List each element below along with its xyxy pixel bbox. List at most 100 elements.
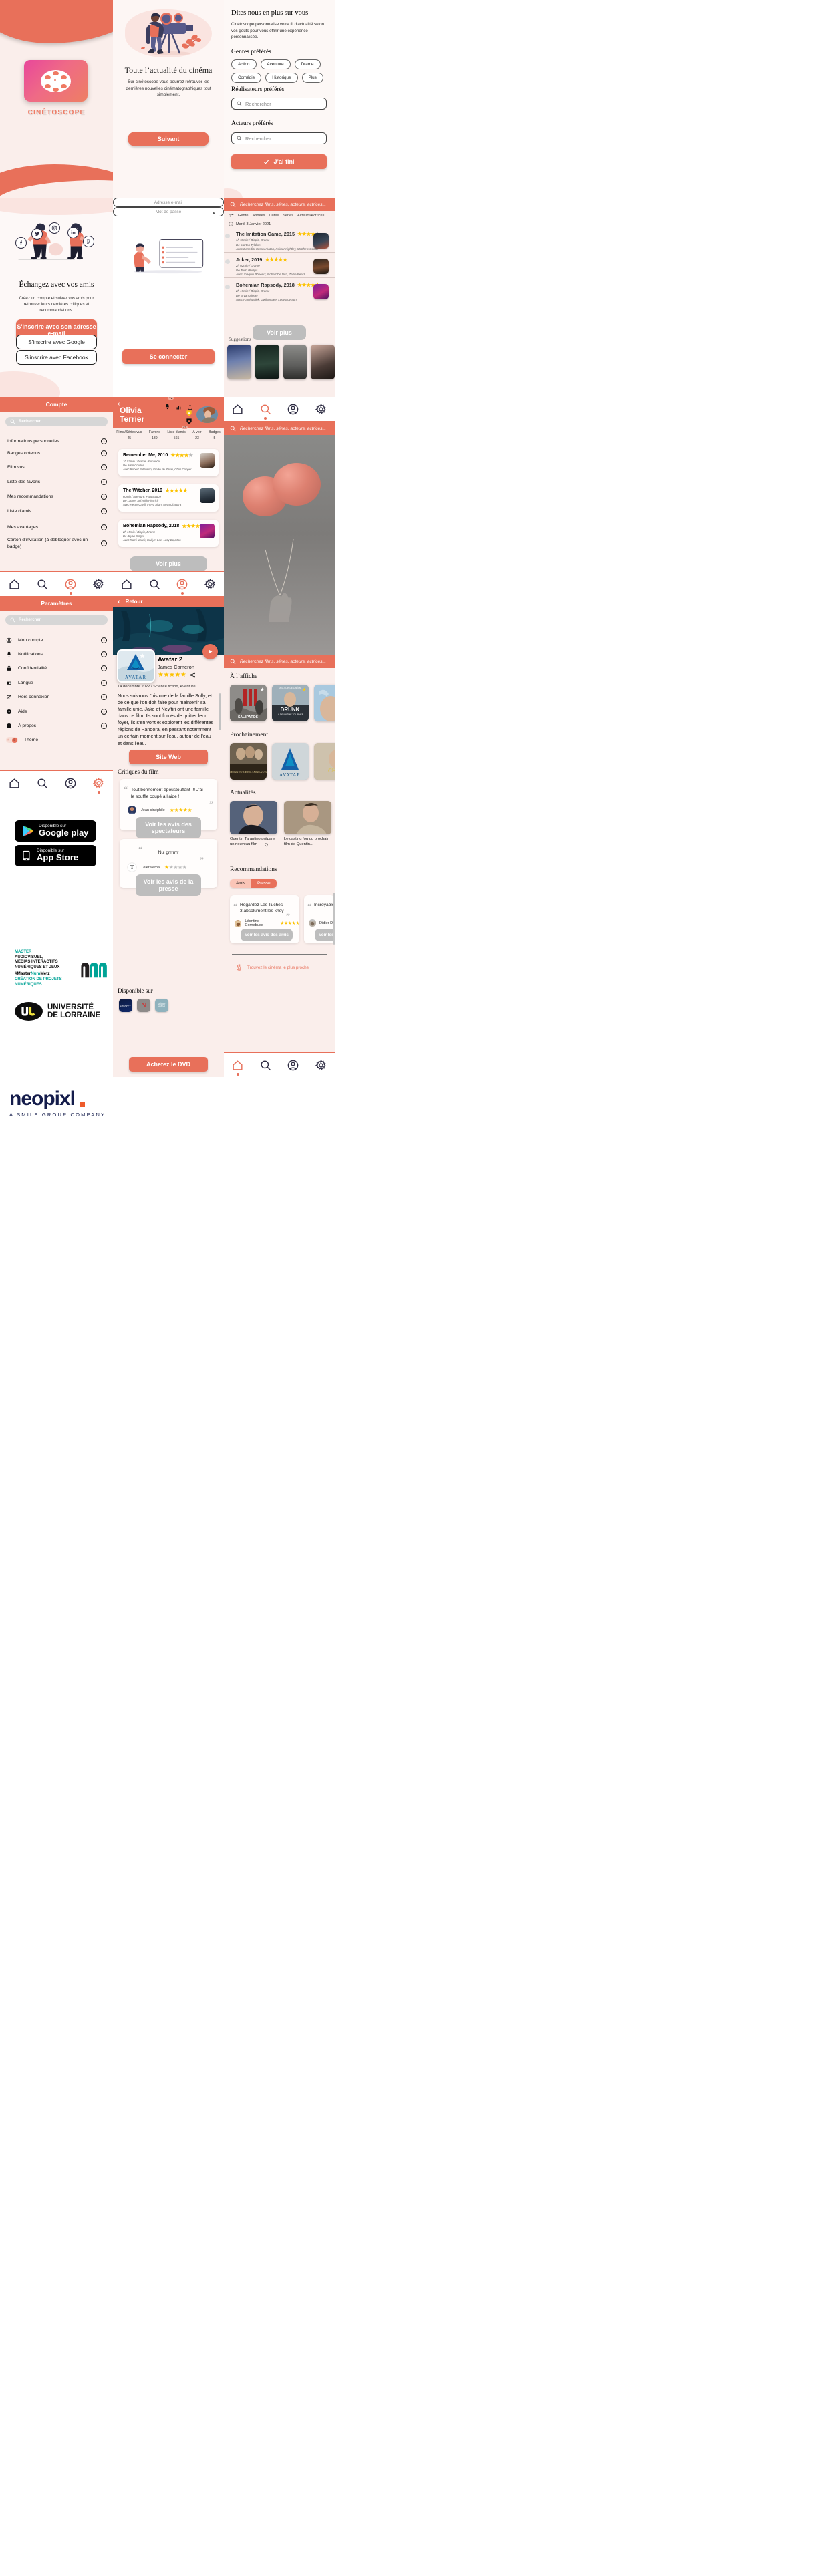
nav-search[interactable] [147, 577, 162, 591]
news-card[interactable]: Quentin Tarantino prépare un nouveau fil… [230, 801, 277, 847]
settings-item-confidentialite[interactable]: Confidentialité › [6, 665, 107, 671]
settings-item-a-propos[interactable]: À propos › [6, 723, 107, 729]
genre-chip[interactable]: Historique [265, 73, 298, 83]
find-cinema-link[interactable]: Trouvez le cinéma le plus proche [236, 964, 309, 971]
actors-search-input[interactable]: Rechercher [231, 132, 327, 144]
password-field[interactable]: Mot de passe [113, 207, 224, 216]
poster-card[interactable]: SAL8PARDS ★ [230, 685, 267, 721]
reco-tab-amis[interactable]: Amis [230, 879, 251, 888]
see-friend-reviews-button[interactable]: Voir les avis des amis [241, 929, 293, 941]
nav-home[interactable] [231, 401, 245, 416]
account-item-carton[interactable]: Carton d’invitation (à débloquer avec un… [7, 537, 107, 550]
search-bar-bottom[interactable]: Recherchez films, séries, acteurs, actri… [224, 655, 335, 668]
buy-dvd-button[interactable]: Achetez le DVD [129, 1057, 208, 1072]
theme-toggle[interactable]: ☀ ☾ [6, 737, 18, 743]
login-button[interactable]: Se connecter [122, 349, 215, 364]
see-more-button[interactable]: Voir plus [253, 325, 306, 340]
nav-profile[interactable] [286, 1058, 301, 1072]
service-disney[interactable]: Disney+ [119, 999, 132, 1012]
signup-facebook-button[interactable]: S'inscrire avec Facebook [16, 350, 97, 365]
heart-icon[interactable] [264, 842, 269, 847]
suggestion-poster[interactable] [311, 345, 335, 379]
search-bar-top[interactable]: Recherchez films, séries, acteurs, actri… [224, 422, 335, 435]
feed-movie-row[interactable]: Joker, 2019 ★★★★★ 2h 02min / Drame De To… [224, 254, 335, 278]
tab-liste-amis[interactable]: +2 Liste d’amis 565 [167, 426, 188, 440]
account-item-favoris[interactable]: Liste des favoris › [7, 479, 107, 485]
nav-home[interactable] [7, 577, 21, 591]
next-button[interactable]: Suivant [128, 132, 209, 146]
nav-profile[interactable] [286, 401, 301, 416]
settings-item-mon-compte[interactable]: Mon compte › [6, 637, 107, 643]
account-item-amis[interactable]: Liste d’amis › [7, 508, 107, 514]
nav-home[interactable] [231, 1058, 245, 1076]
email-field[interactable]: Adresse e-mail [113, 198, 224, 207]
avatar[interactable] [196, 406, 218, 423]
tab-favoris[interactable]: Favoris 139 [149, 430, 160, 440]
back-label[interactable]: Retour [126, 599, 143, 605]
account-search-input[interactable]: Rechercher [5, 417, 108, 426]
nav-profile[interactable] [63, 776, 78, 790]
google-play-badge[interactable]: Disponible sur Google play [15, 820, 96, 842]
filter-annees[interactable]: Années [253, 214, 265, 218]
nav-search[interactable] [35, 776, 49, 790]
feed-search-bar[interactable]: Recherchez films, séries, acteurs, actri… [224, 198, 335, 211]
filter-series[interactable]: Séries [283, 214, 293, 218]
see-viewer-reviews-button[interactable]: Voir les avis des spectateurs [136, 817, 201, 838]
see-press-reviews-button[interactable]: Voir les avis de la presse [136, 874, 201, 896]
profile-movie-card[interactable]: Bohemian Rapsody, 2018 ★★★★★ 2h 15min / … [118, 520, 219, 547]
nav-profile[interactable] [63, 577, 78, 595]
directors-search-input[interactable]: Rechercher [231, 98, 327, 110]
nav-settings[interactable] [92, 577, 106, 591]
suggestion-poster[interactable] [283, 345, 307, 379]
reco-tab-presse[interactable]: Presse [251, 879, 277, 888]
settings-item-hors-connexion[interactable]: Hors connexion › [6, 694, 107, 700]
nav-profile[interactable] [175, 577, 190, 595]
nav-settings[interactable] [202, 577, 217, 591]
service-prime-video[interactable]: prime video [155, 999, 168, 1012]
settings-search-input[interactable]: Rechercher [5, 615, 108, 625]
genre-chip[interactable]: Comédie [231, 73, 262, 83]
poster-card[interactable]: AVATAR [272, 743, 309, 780]
see-more-button[interactable]: Voir plus [130, 556, 207, 571]
nav-search[interactable] [258, 1058, 273, 1072]
notifications-icon[interactable]: +2 [164, 397, 174, 413]
poster-card[interactable]: ON A SOIF DE CINÉMA DRUNK LA DEUXIÈME TOUR… [272, 685, 309, 721]
tab-badges[interactable]: Badges 5 [209, 430, 221, 440]
done-button[interactable]: J’ai fini [231, 154, 327, 169]
settings-item-theme[interactable]: ☀ ☾ Thème [6, 737, 107, 743]
see-reviews-button[interactable]: Voir les... [315, 929, 335, 941]
service-netflix[interactable]: N [137, 999, 150, 1012]
suggestion-poster[interactable] [227, 345, 251, 379]
settings-item-aide[interactable]: ? Aide › [6, 709, 107, 715]
scrollbar[interactable] [219, 693, 221, 730]
genre-chip[interactable]: Plus [301, 73, 323, 83]
feed-movie-row[interactable]: Bohemian Rapsody, 2018 ★★★★★ 2h 15min / … [224, 279, 335, 303]
genre-chip[interactable]: Aventure [260, 59, 291, 69]
signup-google-button[interactable]: S'inscrire avec Google [16, 335, 97, 349]
settings-item-notifications[interactable]: Notifications › [6, 651, 107, 657]
filter-acteurs[interactable]: Acteurs/Actrices [297, 214, 324, 218]
app-store-badge[interactable]: Disponible sur App Store [15, 845, 96, 866]
nav-search[interactable] [35, 577, 49, 591]
genre-chip[interactable]: Action [231, 59, 257, 69]
account-item-badges[interactable]: Badges obtenus › [7, 450, 107, 456]
account-item-recommandations[interactable]: Mes recommandations › [7, 494, 107, 500]
tab-a-voir[interactable]: À voir 23 [192, 430, 201, 440]
account-item-informations[interactable]: Informations personnelles › [7, 438, 107, 444]
settings-item-langue[interactable]: Langue › [6, 680, 107, 686]
nav-home[interactable] [7, 776, 21, 790]
poster-card[interactable]: SEIGNEUR DES ANNEAUX [230, 743, 267, 780]
profile-movie-card[interactable]: The Witcher, 2019 ★★★★★ 60min / Aventure… [118, 484, 219, 512]
nav-home[interactable] [120, 577, 134, 591]
scrollbar[interactable] [333, 893, 335, 945]
tab-films-vus[interactable]: Films/Séries vus 45 [116, 430, 142, 440]
filter-genre[interactable]: Genre [238, 214, 249, 218]
nav-settings[interactable] [313, 1058, 328, 1072]
poster-card[interactable]: CH [314, 743, 335, 780]
profile-movie-card[interactable]: Remember Me, 2010 ★★★★★ 1h 53min / Drame… [118, 449, 219, 476]
filter-dates[interactable]: Dates [269, 214, 279, 218]
suggestion-poster[interactable] [255, 345, 279, 379]
feed-movie-row[interactable]: The Imitation Game, 2015 ★★★★★ 1h 55min … [224, 228, 335, 253]
website-button[interactable]: Site Web [129, 750, 208, 764]
news-card[interactable]: Le casting fou du prochain film de Quent… [284, 801, 331, 847]
